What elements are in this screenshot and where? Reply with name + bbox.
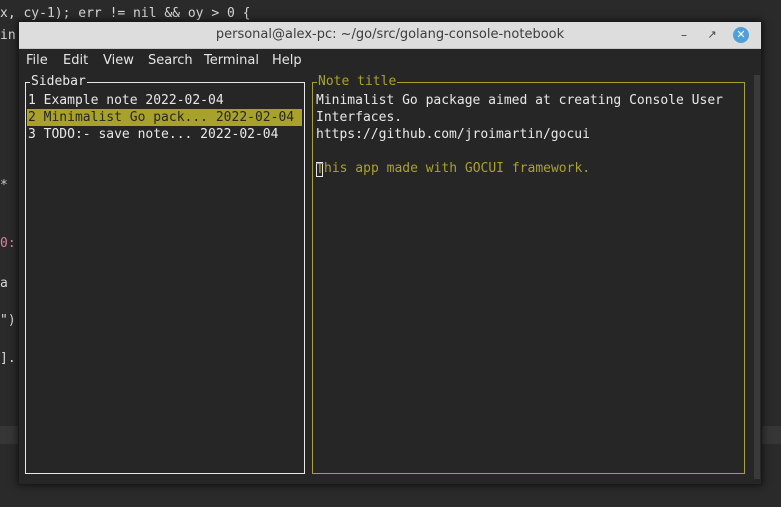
- bg-code-line: a: [0, 276, 8, 291]
- bg-code-line: ].: [0, 351, 16, 366]
- note-list-item[interactable]: 1 Example note 2022-02-04: [27, 92, 302, 109]
- menu-search[interactable]: Search: [148, 53, 193, 68]
- minimize-icon[interactable]: –: [675, 26, 693, 44]
- menu-help[interactable]: Help: [272, 53, 302, 68]
- bg-code-line: *: [0, 178, 8, 193]
- menu-file[interactable]: File: [26, 53, 48, 68]
- note-body-line: Interfaces.: [316, 110, 403, 125]
- hint-first-char: T: [316, 162, 324, 177]
- menu-edit[interactable]: Edit: [63, 53, 88, 68]
- sidebar-title: Sidebar: [30, 74, 87, 90]
- note-list-item-selected[interactable]: 2 Minimalist Go pack... 2022-02-04: [27, 109, 302, 126]
- note-link[interactable]: https://github.com/jroimartin/gocui: [316, 126, 590, 143]
- close-icon[interactable]: ✕: [733, 27, 749, 43]
- menu-bar: File Edit View Search Terminal Help: [19, 49, 761, 71]
- maximize-icon[interactable]: ↗: [703, 26, 721, 44]
- note-body-line: Minimalist Go package aimed at creating …: [316, 93, 723, 108]
- bg-code-line: in: [0, 28, 16, 43]
- terminal-area[interactable]: Sidebar 1 Example note 2022-02-04 2 Mini…: [19, 72, 761, 484]
- window-titlebar[interactable]: personal@alex-pc: ~/go/src/golang-consol…: [19, 22, 761, 49]
- menu-view[interactable]: View: [103, 53, 134, 68]
- note-hint-line: This app made with GOCUI framework.: [316, 160, 590, 177]
- text-cursor: T: [316, 162, 324, 177]
- terminal-scrollbar[interactable]: [754, 75, 760, 479]
- menu-terminal[interactable]: Terminal: [204, 53, 259, 68]
- bg-code-line: x, cy-1); err != nil && oy > 0 {: [0, 6, 251, 21]
- note-title: Note title: [317, 74, 398, 90]
- window-title: personal@alex-pc: ~/go/src/golang-consol…: [215, 27, 565, 42]
- bg-code-line: "): [0, 313, 16, 328]
- terminal-window: personal@alex-pc: ~/go/src/golang-consol…: [18, 21, 762, 485]
- note-pane[interactable]: Note title Minimalist Go package aimed a…: [312, 74, 745, 474]
- sidebar-pane: Sidebar 1 Example note 2022-02-04 2 Mini…: [25, 74, 305, 474]
- hint-text: his app made with GOCUI framework.: [324, 161, 591, 176]
- note-list-item[interactable]: 3 TODO:- save note... 2022-02-04: [27, 126, 302, 143]
- bg-code-line: 0:: [0, 236, 16, 251]
